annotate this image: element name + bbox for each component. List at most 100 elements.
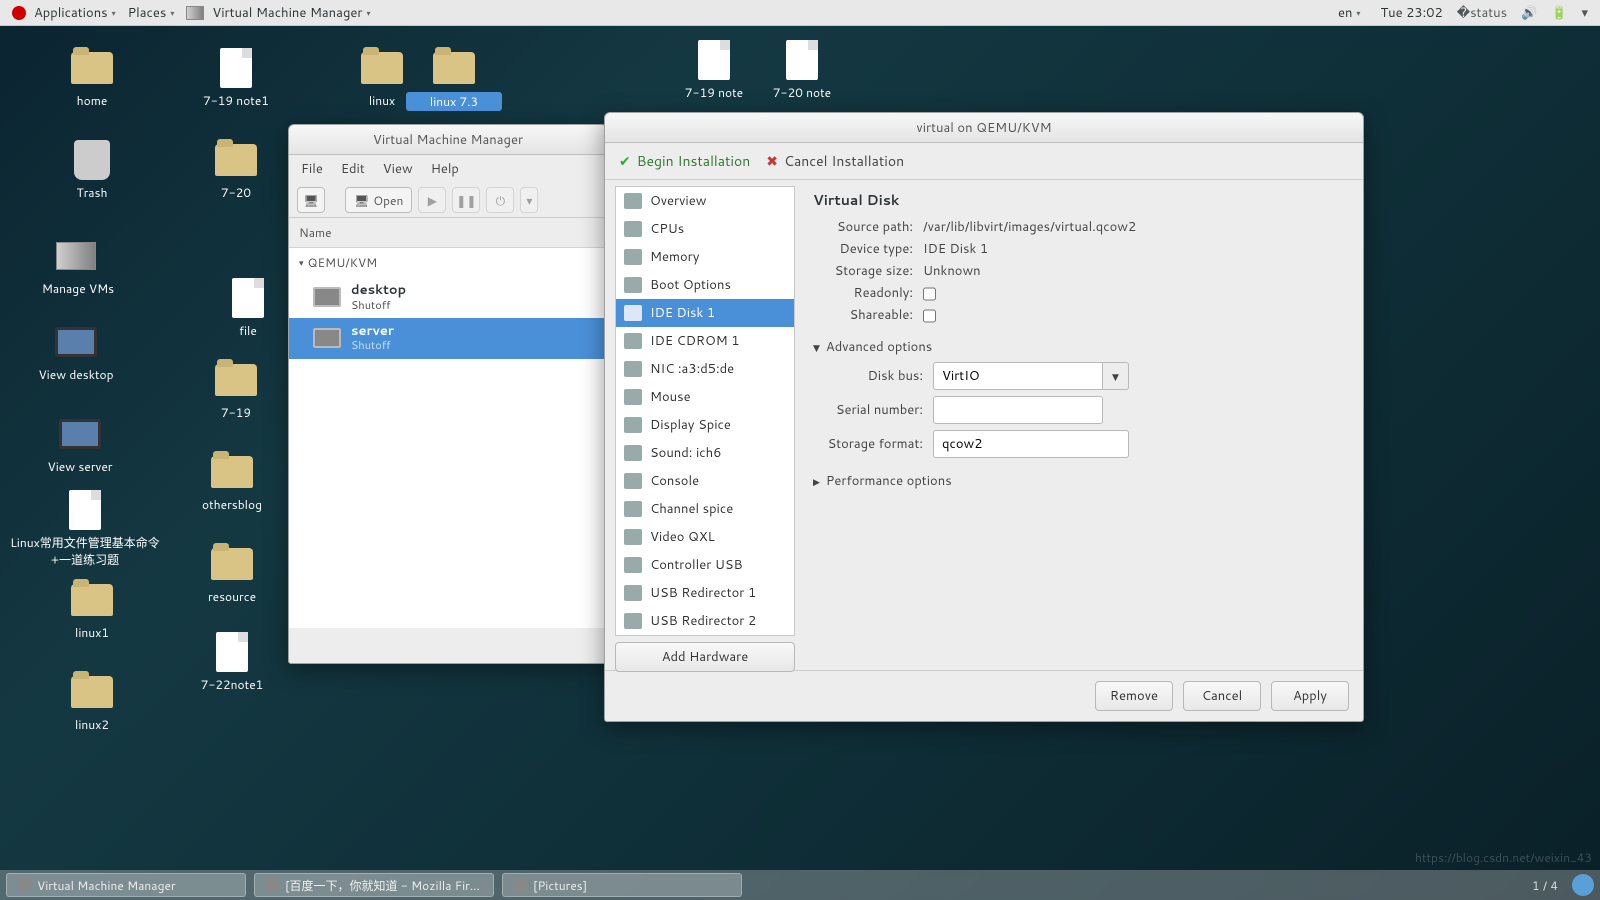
places-menu[interactable]: Places ▾ (122, 4, 181, 22)
hw-item[interactable]: IDE CDROM 1 (616, 327, 794, 355)
hw-item[interactable]: Mouse (616, 383, 794, 411)
hw-item[interactable]: IDE Disk 1 (616, 299, 794, 327)
details-titlebar[interactable]: virtual on QEMU/KVM (605, 113, 1363, 143)
taskbar-item[interactable]: [百度一下，你就知道 - Mozilla Fir... (254, 873, 494, 897)
storage-format-field[interactable] (933, 430, 1129, 458)
hw-item[interactable]: Display Spice (616, 411, 794, 439)
clock[interactable]: Tue 23:02 (1380, 4, 1442, 22)
device-icon (624, 501, 642, 517)
desktop-icon[interactable]: Trash (44, 140, 140, 201)
taskbar-item[interactable]: [Pictures] (502, 873, 742, 897)
show-desktop-icon[interactable] (1572, 874, 1594, 896)
vmm-menubar: File Edit View Help (289, 155, 607, 183)
workspace-pager[interactable]: 1 / 4 (1532, 877, 1564, 894)
connection-row[interactable]: ▾QEMU/KVM (289, 248, 607, 277)
pause-button[interactable]: ❚❚ (452, 187, 480, 213)
app-icon (265, 878, 279, 892)
device-icon (624, 613, 642, 629)
desktop-icon[interactable]: 7-22note1 (184, 632, 280, 693)
serial-field[interactable] (933, 396, 1103, 424)
cancel-button[interactable]: Cancel (1183, 681, 1261, 711)
add-hardware-button[interactable]: Add Hardware (615, 642, 795, 672)
open-button[interactable]: 🖥 Open (345, 187, 412, 213)
remove-button[interactable]: Remove (1095, 681, 1173, 711)
readonly-label: Readonly: (813, 284, 913, 302)
run-button[interactable]: ▶ (418, 187, 446, 213)
chevron-down-icon[interactable]: ▼ (1103, 362, 1129, 390)
desktop-icon[interactable]: linux 7.3 (406, 48, 502, 111)
desktop-icon[interactable]: 7-19 note1 (188, 48, 284, 109)
hw-item[interactable]: USB Redirector 2 (616, 607, 794, 635)
hardware-list[interactable]: OverviewCPUsMemoryBoot OptionsIDE Disk 1… (615, 186, 795, 636)
appmenu[interactable]: Virtual Machine Manager ▾ (180, 4, 376, 22)
hw-item[interactable]: USB Redirector 1 (616, 579, 794, 607)
vmm-column-name[interactable]: Name (289, 218, 607, 248)
advanced-options-toggle[interactable]: ▼Advanced options (813, 338, 1345, 356)
apply-button[interactable]: Apply (1271, 681, 1349, 711)
vmm-window: Virtual Machine Manager File Edit View Help… (288, 124, 608, 664)
device-icon (624, 221, 642, 237)
desktop-icon[interactable]: Manage VMs (30, 236, 126, 297)
desktop-icon[interactable]: 7-20 note (754, 40, 850, 101)
menu-edit[interactable]: Edit (341, 160, 365, 178)
device-icon (624, 305, 642, 321)
hw-item[interactable]: Sound: ich6 (616, 439, 794, 467)
device-icon (624, 333, 642, 349)
desktop-icon[interactable]: resource (184, 544, 280, 605)
lang-indicator[interactable]: en ▾ (1332, 4, 1366, 22)
hw-item[interactable]: Memory (616, 243, 794, 271)
hw-item[interactable]: NIC :a3:d5:de (616, 355, 794, 383)
shutdown-menu[interactable]: ▾ (520, 187, 538, 213)
disk-bus-field[interactable] (933, 362, 1103, 390)
volume-icon[interactable]: 🔊 (1521, 4, 1537, 22)
desktop-icon[interactable]: Linux常用文件管理基本命令+一道练习题 (10, 490, 160, 568)
performance-options-toggle[interactable]: ▶Performance options (813, 472, 1345, 490)
wifi-icon[interactable]: �status (1457, 4, 1507, 22)
desktop-icon[interactable]: othersblog (184, 452, 280, 513)
disk-bus-combo[interactable]: ▼ (933, 362, 1129, 390)
desktop-icon[interactable]: linux2 (44, 672, 140, 733)
hw-item[interactable]: Channel spice (616, 495, 794, 523)
vm-row[interactable]: serverShutoff (289, 318, 607, 359)
new-vm-button[interactable]: 🖥 (297, 187, 325, 213)
begin-installation-button[interactable]: ✔Begin Installation (619, 151, 750, 171)
hw-item[interactable]: Console (616, 467, 794, 495)
vm-row[interactable]: desktopShutoff (289, 277, 607, 318)
vmm-titlebar[interactable]: Virtual Machine Manager (289, 125, 607, 155)
hw-item[interactable]: Boot Options (616, 271, 794, 299)
menu-file[interactable]: File (301, 160, 323, 178)
desktop-icon[interactable]: home (44, 48, 140, 109)
hw-item[interactable]: Controller USB (616, 551, 794, 579)
cancel-installation-button[interactable]: ✖Cancel Installation (766, 151, 904, 171)
redhat-icon (12, 6, 26, 20)
monitor-icon (313, 328, 341, 348)
hw-item[interactable]: Video QXL (616, 523, 794, 551)
battery-icon[interactable]: 🔋 (1551, 4, 1567, 22)
user-menu[interactable]: ▾ (1581, 4, 1588, 22)
device-icon (624, 473, 642, 489)
device-type-label: Device type: (813, 240, 913, 258)
device-icon (624, 445, 642, 461)
desktop-icon[interactable]: 7-20 (188, 140, 284, 201)
readonly-checkbox[interactable] (923, 286, 936, 302)
hw-item[interactable]: Overview (616, 187, 794, 215)
menu-view[interactable]: View (383, 160, 413, 178)
disk-bus-label: Disk bus: (813, 367, 923, 385)
hw-item[interactable]: CPUs (616, 215, 794, 243)
shutdown-button[interactable]: ⏻ (486, 187, 514, 213)
details-button-row: Remove Cancel Apply (605, 670, 1363, 721)
taskbar-item[interactable]: Virtual Machine Manager (6, 873, 246, 897)
device-icon (624, 389, 642, 405)
applications-menu[interactable]: Applications ▾ (6, 4, 122, 22)
desktop-icon[interactable]: file (200, 278, 296, 339)
menu-help[interactable]: Help (431, 160, 459, 178)
vmm-tree[interactable]: ▾QEMU/KVM desktopShutoffserverShutoff (289, 248, 607, 628)
shareable-checkbox[interactable] (923, 308, 936, 324)
desktop-icon[interactable]: 7-19 note (666, 40, 762, 101)
device-icon (624, 277, 642, 293)
desktop-icon[interactable]: 7-19 (188, 360, 284, 421)
desktop-icon[interactable]: linux1 (44, 580, 140, 641)
desktop-icon[interactable]: View desktop (28, 322, 124, 383)
source-path-value: /var/lib/libvirt/images/virtual.qcow2 (923, 218, 1136, 236)
desktop-icon[interactable]: View server (32, 414, 128, 475)
